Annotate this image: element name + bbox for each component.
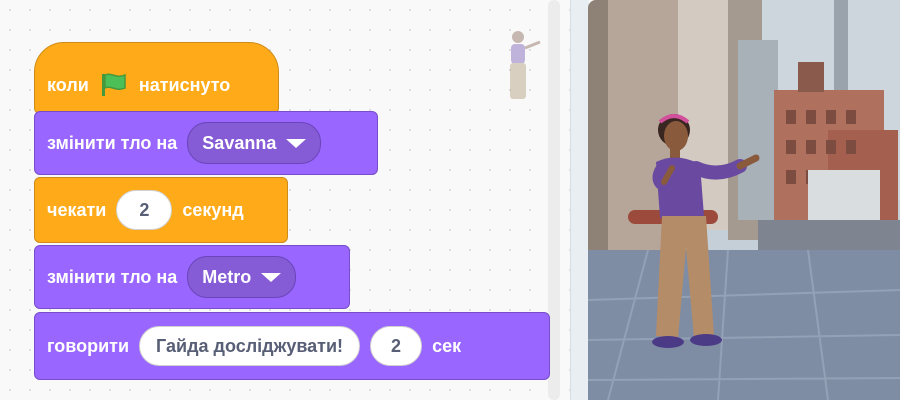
say-for-secs-block[interactable]: говорити Гайда досліджувати! 2 сек [34,312,550,380]
backdrop-dropdown[interactable]: Metro [187,256,297,298]
hat-label-before: коли [47,74,89,95]
say-message-value: Гайда досліджувати! [156,335,344,356]
say-seconds-value: 2 [391,335,402,356]
switch-backdrop-label: змінити тло на [47,266,178,287]
say-seconds-input[interactable]: 2 [370,326,423,366]
switch-backdrop-block[interactable]: змінити тло на Savanna [34,111,378,175]
when-flag-clicked-block[interactable]: коли натиснуто [34,42,279,114]
wait-seconds-value: 2 [139,199,150,220]
wait-label: чекати [47,199,107,220]
chevron-down-icon [261,272,282,282]
code-area[interactable]: коли натиснуто змінити тло на Savanna че… [0,0,570,400]
backdrop-dropdown-value: Metro [202,266,252,287]
switch-backdrop-block[interactable]: змінити тло на Metro [34,245,350,309]
say-message-input[interactable]: Гайда досліджувати! [139,326,361,366]
hat-label-after: натиснуто [138,74,231,95]
backdrop-dropdown-value: Savanna [202,132,277,153]
panel-divider [570,0,589,400]
sprite-character[interactable] [648,108,768,358]
say-label: говорити [47,335,130,356]
green-flag-icon [99,72,129,98]
chevron-down-icon [286,138,307,148]
say-unit-label: сек [432,335,462,356]
backdrop-dropdown[interactable]: Savanna [187,122,322,164]
wait-unit-label: секунд [182,199,244,220]
wait-block[interactable]: чекати 2 секунд [34,177,288,243]
stage[interactable] [588,0,900,400]
switch-backdrop-label: змінити тло на [47,132,178,153]
wait-seconds-input[interactable]: 2 [116,190,173,230]
sprite-thumbnail[interactable] [500,28,546,104]
